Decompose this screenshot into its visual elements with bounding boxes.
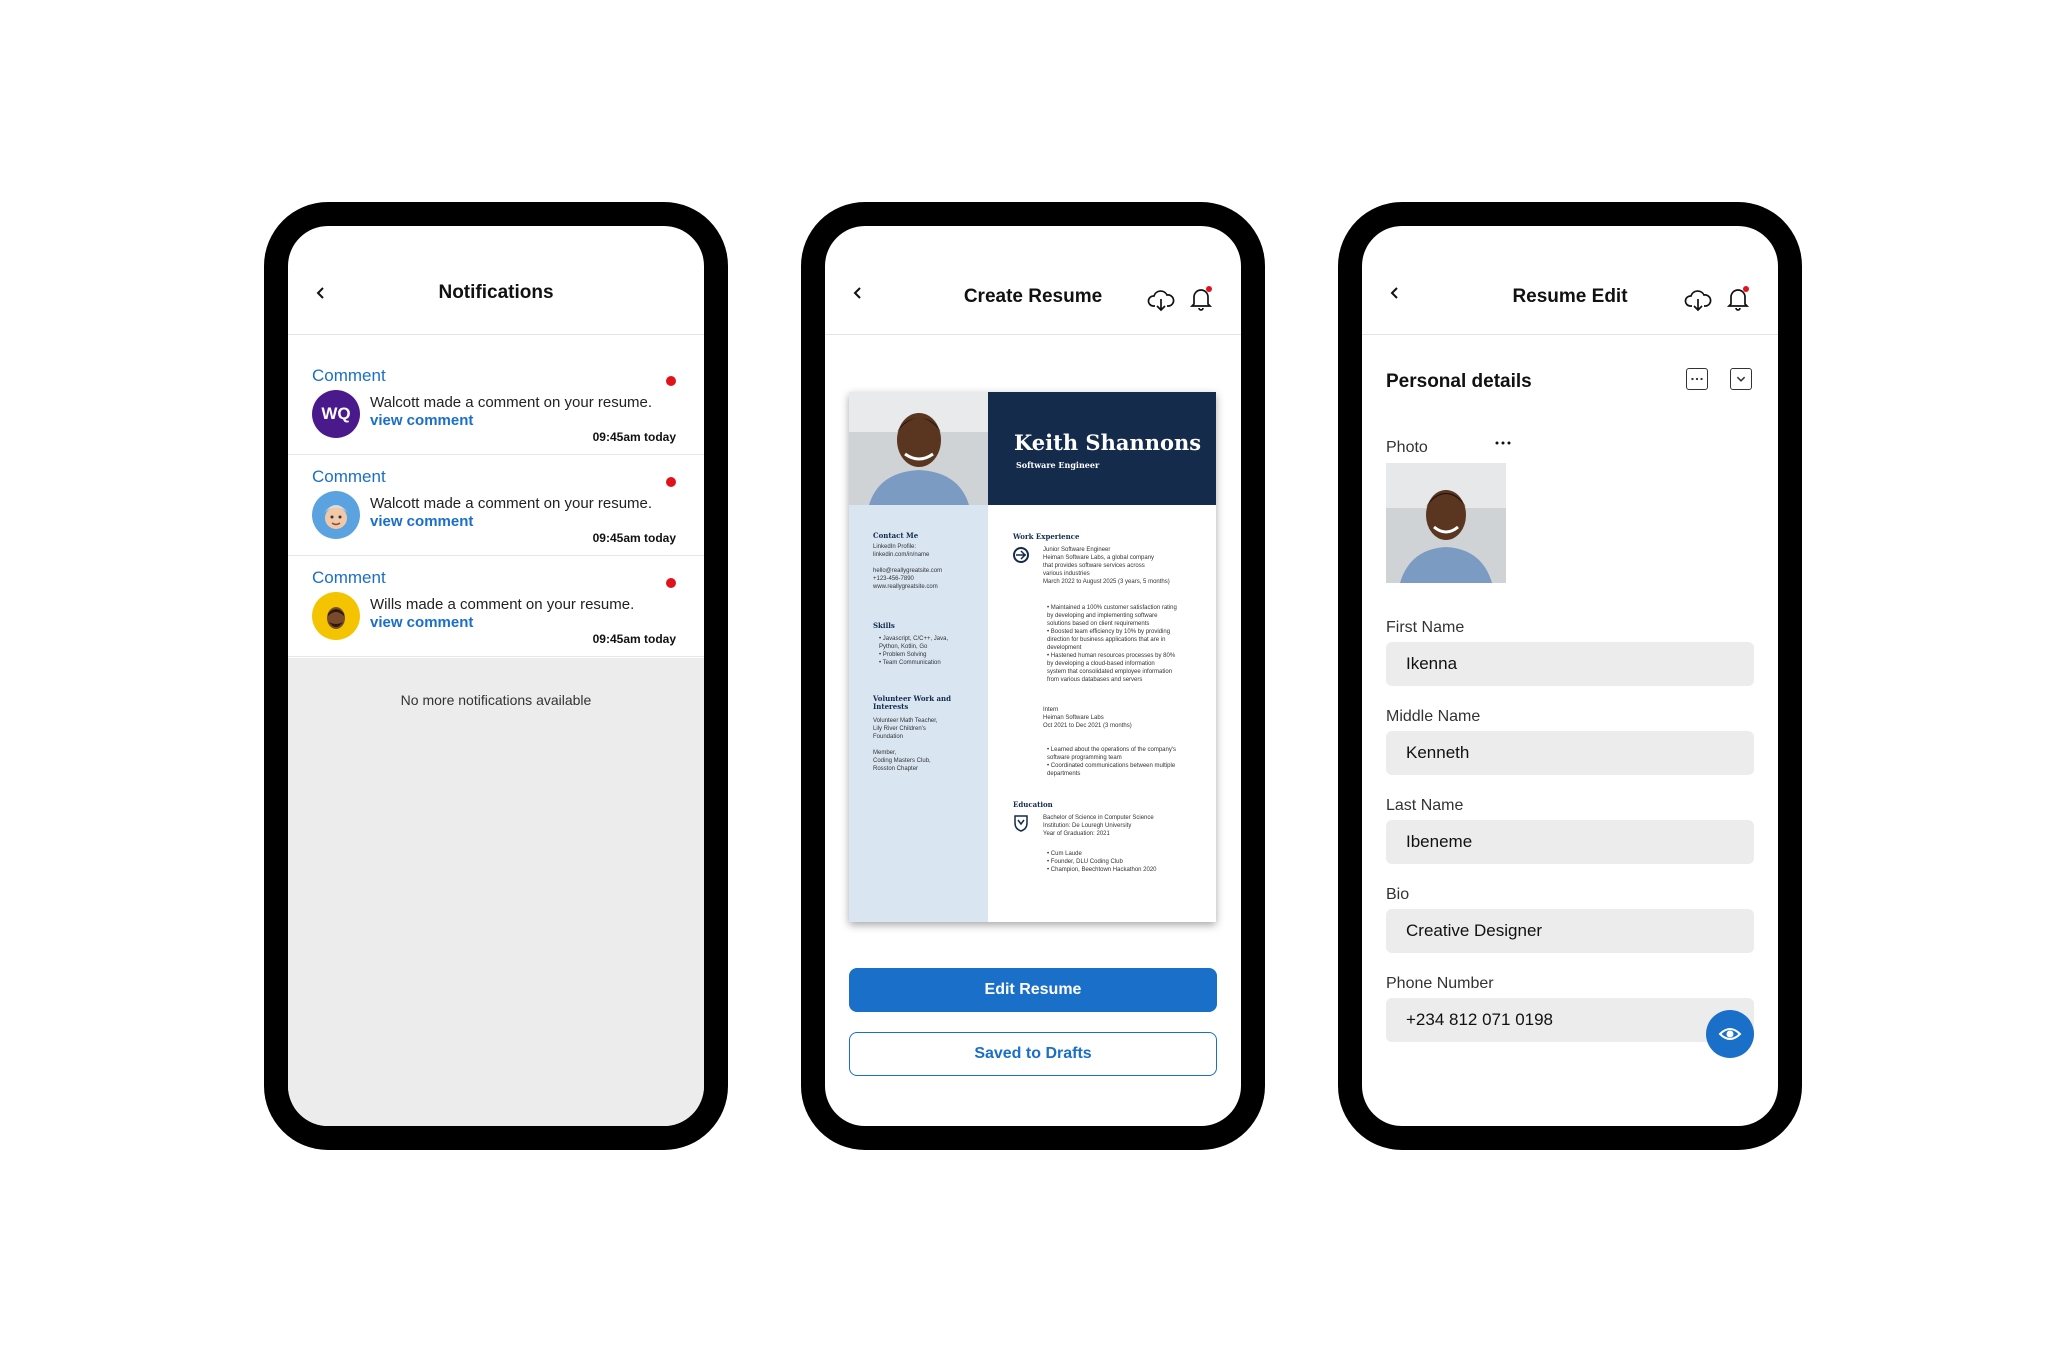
phone-resume-edit: Resume Edit Personal details Photo First…: [1338, 202, 1802, 1150]
contact-details: LinkedIn Profile: linkedin.com/in/name h…: [873, 544, 943, 590]
header: Resume Edit: [1362, 226, 1778, 335]
notification-message: Walcott made a comment on your resume.: [370, 394, 653, 411]
notification-message: Walcott made a comment on your resume.: [370, 495, 653, 512]
notification-type: Comment: [312, 467, 386, 486]
unread-dot: [666, 376, 676, 386]
education-bullets: • Cum Laude • Founder, DLU Coding Club •…: [1047, 851, 1157, 873]
notification-item[interactable]: Comment WQ Walcott made a comment on you…: [288, 354, 704, 455]
resume-name: Keith Shannons: [1014, 430, 1202, 455]
notification-time: 09:45am today: [592, 430, 676, 444]
person-photo-icon: [849, 392, 988, 505]
notification-time: 09:45am today: [592, 632, 676, 646]
bio-label: Bio: [1386, 886, 1410, 903]
bio-field[interactable]: Creative Designer: [1386, 909, 1754, 953]
phone-create-resume: Create Resume Keith Shannons Software En…: [801, 202, 1265, 1150]
bell-icon[interactable]: [1724, 284, 1752, 312]
view-comment-link[interactable]: view comment: [370, 513, 473, 530]
edit-resume-button[interactable]: Edit Resume: [849, 968, 1217, 1012]
volunteer-details: Volunteer Math Teacher, Lily River Child…: [873, 718, 938, 772]
more-options-icon[interactable]: [1686, 368, 1708, 390]
middle-name-label: Middle Name: [1386, 708, 1481, 725]
eye-icon: [1718, 1028, 1742, 1040]
phone-number-field[interactable]: +234 812 071 0198: [1386, 998, 1754, 1042]
header: Create Resume: [825, 226, 1241, 335]
notification-item[interactable]: Comment Walcott made a comment on your r…: [288, 455, 704, 556]
photo-label: Photo: [1386, 439, 1428, 456]
empty-state: No more notifications available: [288, 658, 704, 1126]
middle-name-field[interactable]: Kenneth: [1386, 731, 1754, 775]
avatar: [312, 592, 360, 640]
resume-preview[interactable]: Keith Shannons Software Engineer Contact…: [849, 392, 1216, 922]
first-name-label: First Name: [1386, 619, 1465, 636]
saved-to-drafts-button[interactable]: Saved to Drafts: [849, 1032, 1217, 1076]
company-logo-icon: [1013, 547, 1029, 563]
chevron-down-icon[interactable]: [1730, 368, 1752, 390]
resume-role: Software Engineer: [1016, 460, 1100, 470]
unread-dot: [666, 477, 676, 487]
education-details: Bachelor of Science in Computer Science …: [1043, 815, 1154, 837]
work-heading: Work Experience: [1013, 532, 1080, 541]
avatar: [312, 491, 360, 539]
avatar: WQ: [312, 390, 360, 438]
profile-photo[interactable]: [1386, 463, 1506, 583]
memoji-avatar-icon: [327, 607, 345, 629]
job1-details: Junior Software Engineer Heiman Software…: [1043, 547, 1170, 585]
avatar-initials: WQ: [321, 404, 351, 423]
notifications-screen: Notifications Comment WQ Walcott made a …: [288, 226, 704, 1126]
skills-heading: Skills: [873, 621, 895, 630]
resume-sidebar: Contact Me LinkedIn Profile: linkedin.co…: [849, 505, 988, 922]
empty-state-text: No more notifications available: [400, 692, 592, 708]
first-name-field[interactable]: Ikenna: [1386, 642, 1754, 686]
education-heading: Education: [1013, 800, 1053, 809]
resume-header: Keith Shannons Software Engineer: [988, 392, 1216, 505]
notification-message: Wills made a comment on your resume.: [370, 596, 635, 613]
cloud-download-icon[interactable]: [1147, 286, 1175, 314]
university-crest-icon: [1013, 814, 1029, 832]
volunteer-heading: Volunteer Work and Interests: [873, 694, 952, 711]
cloud-download-icon[interactable]: [1684, 286, 1712, 314]
header: Notifications: [288, 226, 704, 335]
phone-number-label: Phone Number: [1386, 975, 1494, 992]
unread-dot: [666, 578, 676, 588]
skills-list: • Javascript, C/C++, Java, Python, Kotli…: [879, 636, 949, 666]
job2-bullets: • Learned about the operations of the co…: [1047, 747, 1176, 777]
photo-options-icon[interactable]: [1494, 438, 1512, 448]
job2-details: Intern Heiman Software Labs Oct 2021 to …: [1043, 707, 1132, 729]
contact-heading: Contact Me: [873, 531, 919, 540]
page-title: Notifications: [438, 282, 554, 303]
last-name-field[interactable]: Ibeneme: [1386, 820, 1754, 864]
phone-notifications: Notifications Comment WQ Walcott made a …: [264, 202, 728, 1150]
section-title: Personal details: [1386, 371, 1532, 392]
notification-time: 09:45am today: [592, 531, 676, 545]
person-photo-icon: [1386, 463, 1506, 583]
page-title: Resume Edit: [1512, 286, 1628, 307]
memoji-avatar-icon: [324, 505, 348, 529]
page-title: Create Resume: [963, 286, 1103, 307]
notification-type: Comment: [312, 568, 386, 587]
job1-bullets: • Maintained a 100% customer satisfactio…: [1047, 605, 1177, 683]
last-name-label: Last Name: [1386, 797, 1464, 814]
preview-button[interactable]: [1706, 1010, 1754, 1058]
view-comment-link[interactable]: view comment: [370, 614, 473, 631]
notification-item[interactable]: Comment Wills made a comment on your res…: [288, 556, 704, 657]
view-comment-link[interactable]: view comment: [370, 412, 473, 429]
resume-edit-screen: Resume Edit Personal details Photo First…: [1362, 226, 1778, 1126]
create-resume-screen: Create Resume Keith Shannons Software En…: [825, 226, 1241, 1126]
resume-photo: [849, 392, 988, 505]
bell-icon[interactable]: [1187, 284, 1215, 312]
notification-type: Comment: [312, 366, 386, 385]
